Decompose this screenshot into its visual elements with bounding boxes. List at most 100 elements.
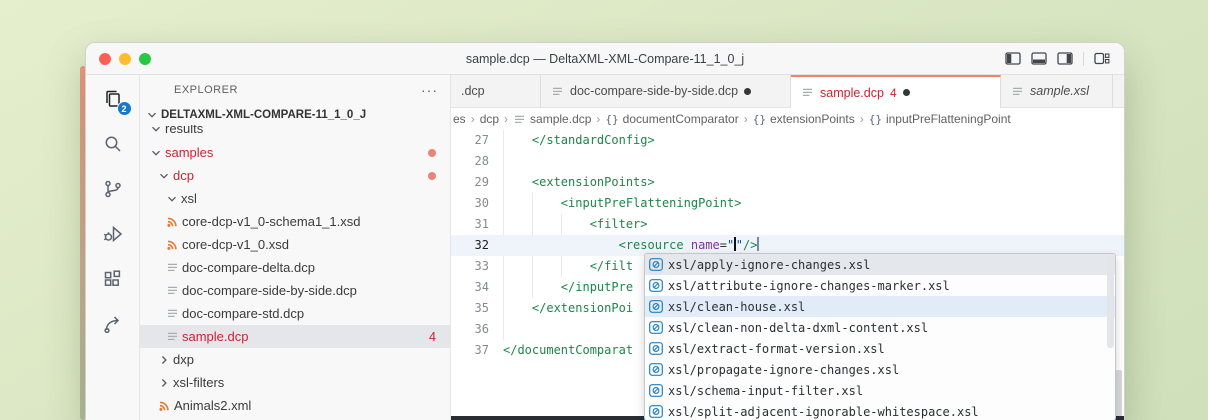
- title-bar[interactable]: sample.dcp — DeltaXML-XML-Compare-11_1_0…: [86, 43, 1124, 75]
- code-line-30[interactable]: 30 <inputPreFlatteningPoint>: [451, 193, 1124, 214]
- line-number: 27: [451, 130, 489, 151]
- breadcrumb-item-es[interactable]: es: [453, 112, 466, 126]
- breadcrumb-item-sample-dcp[interactable]: sample.dcp: [513, 112, 591, 126]
- suggest-widget: xsl/apply-ignore-changes.xsl xsl/attribut…: [644, 253, 1116, 420]
- tree-item-xsl[interactable]: xsl: [140, 187, 450, 210]
- activity-item-search[interactable]: [98, 130, 128, 158]
- breadcrumb-item-documentcomparator[interactable]: {}documentComparator: [605, 112, 738, 126]
- suggest-item-xsl-propagate-ignore-changes-xsl[interactable]: xsl/propagate-ignore-changes.xsl: [645, 359, 1115, 380]
- dirty-indicator: [744, 88, 751, 95]
- tab--dcp[interactable]: .dcp: [451, 75, 541, 107]
- dirty-indicator: [903, 89, 910, 96]
- code-line-27[interactable]: 27 </standardConfig>: [451, 130, 1124, 151]
- project-root-label: DELTAXML-XML-COMPARE-11_1_0_J: [161, 109, 366, 121]
- code-line-28[interactable]: 28: [451, 151, 1124, 172]
- breadcrumb-item-extensionpoints[interactable]: {}extensionPoints: [753, 112, 855, 126]
- code-line-29[interactable]: 29 <extensionPoints>: [451, 172, 1124, 193]
- suggest-scrollbar[interactable]: [1107, 256, 1114, 348]
- line-number: 35: [451, 298, 489, 319]
- suggest-item-label: xsl/split-adjacent-ignorable-whitespace.…: [668, 405, 979, 419]
- activity-item-extensions[interactable]: [98, 265, 128, 293]
- layout-panel-button[interactable]: [1031, 52, 1047, 65]
- tree-item-dxp[interactable]: dxp: [140, 348, 450, 371]
- tab-label: .dcp: [461, 84, 485, 98]
- activity-badge: 2: [117, 101, 132, 116]
- chevron-down-icon: [164, 193, 179, 205]
- xml-file-icon: [164, 238, 180, 251]
- suggest-item-label: xsl/extract-format-version.xsl: [668, 342, 885, 356]
- tree-item-label: core-dcp-v1_0-schema1_1.xsd: [182, 214, 360, 229]
- error-squiggle: "": [727, 238, 743, 252]
- suggest-item-label: xsl/attribute-ignore-changes-marker.xsl: [668, 279, 950, 293]
- project-root-item[interactable]: DELTAXML-XML-COMPARE-11_1_0_J: [140, 105, 450, 125]
- tree-item-doc-compare-delta-dcp[interactable]: doc-compare-delta.dcp: [140, 256, 450, 279]
- tree-item-sample-dcp[interactable]: sample.dcp4: [140, 325, 450, 348]
- zoom-button[interactable]: [139, 53, 151, 65]
- tree-item-doc-compare-side-by-side-dcp[interactable]: doc-compare-side-by-side.dcp: [140, 279, 450, 302]
- tree-item-xsl-filters[interactable]: xsl-filters: [140, 371, 450, 394]
- txt-file-icon: [164, 284, 180, 297]
- tree-item-label: doc-compare-std.dcp: [182, 306, 304, 321]
- tab-sample-dcp[interactable]: sample.dcp4: [791, 75, 1001, 108]
- txt-file-icon: [513, 113, 526, 126]
- tree-item-label: core-dcp-v1_0.xsd: [182, 237, 289, 252]
- activity-item-run-debug[interactable]: [98, 220, 128, 248]
- vscode-window: sample.dcp — DeltaXML-XML-Compare-11_1_0…: [85, 42, 1125, 420]
- activity-item-source-control[interactable]: [98, 175, 128, 203]
- value-suggestion-icon: [649, 342, 663, 355]
- chevron-down-icon: [148, 125, 163, 135]
- suggest-item-xsl-clean-house-xsl[interactable]: xsl/clean-house.xsl: [645, 296, 1115, 317]
- suggest-item-xsl-extract-format-version-xsl[interactable]: xsl/extract-format-version.xsl: [645, 338, 1115, 359]
- tree-item-samples[interactable]: samples: [140, 141, 450, 164]
- tree-item-core-dcp-v1-0-schema1-1-xsd[interactable]: core-dcp-v1_0-schema1_1.xsd: [140, 210, 450, 233]
- value-suggestion-icon: [649, 279, 663, 292]
- breadcrumb-label: extensionPoints: [770, 112, 855, 126]
- tree-item-doc-compare-std-dcp[interactable]: doc-compare-std.dcp: [140, 302, 450, 325]
- line-number: 29: [451, 172, 489, 193]
- activity-item-explorer[interactable]: 2: [98, 85, 128, 113]
- tree-item-animals2-xml[interactable]: Animals2.xml: [140, 394, 450, 417]
- explorer-more-button[interactable]: ···: [421, 82, 438, 98]
- tree-item-dcp[interactable]: dcp: [140, 164, 450, 187]
- suggest-item-xsl-clean-non-delta-dxml-content-xsl[interactable]: xsl/clean-non-delta-dxml-content.xsl: [645, 317, 1115, 338]
- tree-item-label: samples: [165, 145, 213, 160]
- xml-file-icon: [164, 215, 180, 228]
- suggest-item-xsl-attribute-ignore-changes-marker-xsl[interactable]: xsl/attribute-ignore-changes-marker.xsl: [645, 275, 1115, 296]
- suggest-item-xsl-apply-ignore-changes-xsl[interactable]: xsl/apply-ignore-changes.xsl: [645, 254, 1115, 275]
- breadcrumb: es›dcp›sample.dcp›{}documentComparator›{…: [451, 108, 1124, 130]
- explorer-title: EXPLORER: [174, 84, 238, 96]
- tab-doc-compare-side-by-side-dcp[interactable]: doc-compare-side-by-side.dcp: [541, 75, 791, 107]
- suggest-item-xsl-split-adjacent-ignorable-whitespace-xsl[interactable]: xsl/split-adjacent-ignorable-whitespace.…: [645, 401, 1115, 420]
- layout-sidebar-right-button[interactable]: [1057, 52, 1073, 65]
- tree-item-label: dcp: [173, 168, 194, 183]
- code-line-text: <extensionPoints>: [489, 172, 655, 193]
- suggest-item-xsl-schema-input-filter-xsl[interactable]: xsl/schema-input-filter.xsl: [645, 380, 1115, 401]
- txt-file-icon: [801, 86, 814, 99]
- chevron-right-icon: [156, 354, 171, 366]
- customize-layout-button[interactable]: [1094, 52, 1110, 65]
- symbol-object-icon: {}: [869, 113, 882, 126]
- breadcrumb-label: documentComparator: [623, 112, 739, 126]
- tree-item-label: Animals2.xml: [174, 398, 251, 413]
- code-line-31[interactable]: 31 <filter>: [451, 214, 1124, 235]
- minimize-button[interactable]: [119, 53, 131, 65]
- activity-item-share[interactable]: [98, 310, 128, 338]
- titlebar-separator: [1083, 52, 1084, 66]
- breadcrumb-item-dcp[interactable]: dcp: [480, 112, 499, 126]
- layout-sidebar-left-button[interactable]: [1005, 52, 1021, 65]
- tree-item-core-dcp-v1-0-xsd[interactable]: core-dcp-v1_0.xsd: [140, 233, 450, 256]
- txt-file-icon: [551, 85, 564, 98]
- tree-item-label: doc-compare-delta.dcp: [182, 260, 315, 275]
- tree-item-label: dxp: [173, 352, 194, 367]
- line-number: 34: [451, 277, 489, 298]
- breadcrumb-item-inputpreflatteningpoint[interactable]: {}inputPreFlatteningPoint: [869, 112, 1011, 126]
- tab-sample-xsl[interactable]: sample.xsl: [1001, 75, 1113, 107]
- chevron-down-icon: [144, 109, 159, 121]
- tree-item-results[interactable]: results: [140, 125, 450, 141]
- suggest-item-label: xsl/apply-ignore-changes.xsl: [668, 258, 870, 272]
- close-button[interactable]: [99, 53, 111, 65]
- txt-file-icon: [164, 330, 180, 343]
- value-suggestion-icon: [649, 300, 663, 313]
- tab-bar: .dcp doc-compare-side-by-side.dcpsample.d…: [451, 75, 1124, 108]
- suggest-item-label: xsl/clean-non-delta-dxml-content.xsl: [668, 321, 928, 335]
